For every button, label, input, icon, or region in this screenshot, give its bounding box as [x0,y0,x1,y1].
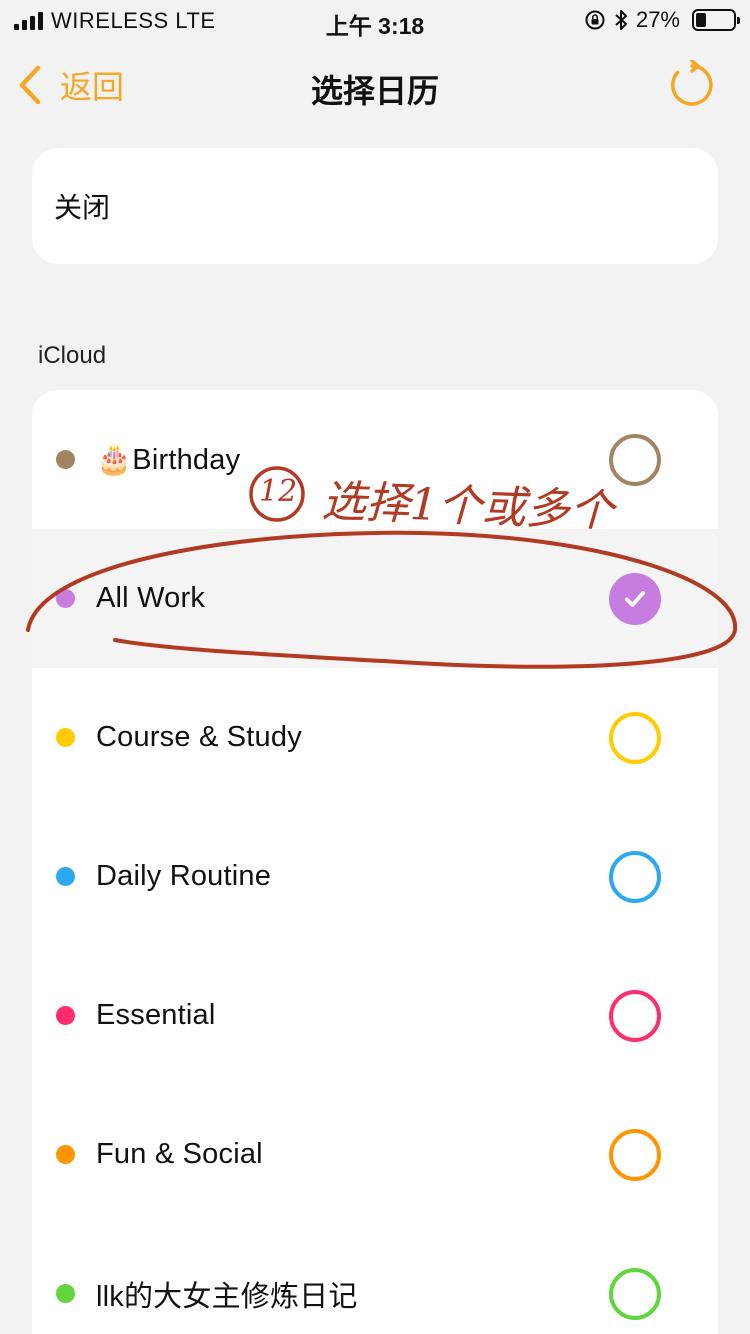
close-option-label: 关闭 [54,192,111,223]
calendar-color-dot [56,728,75,747]
calendar-row[interactable]: Daily Routine [32,807,718,946]
calendar-color-dot [56,1006,75,1025]
calendar-label: Course & Study [96,721,302,753]
checkbox-checked-icon[interactable] [609,572,661,625]
calendar-color-dot [56,1284,75,1303]
calendar-label: Essential [96,999,216,1031]
status-bar: WIRELESS LTE 上午 3:18 27% [0,0,750,40]
calendar-label: llk的大女主修炼日记 [96,1280,358,1313]
calendar-select-screen: WIRELESS LTE 上午 3:18 27% 返回 选择日历 关闭 iClo… [0,0,750,1334]
calendar-label: 🎂Birthday [96,443,241,476]
bluetooth-icon [615,10,627,30]
calendar-row[interactable]: Essential [32,946,718,1085]
navigation-bar: 返回 选择日历 [0,40,750,130]
calendar-color-dot [56,867,75,886]
page-title: 选择日历 [310,73,439,109]
checkbox-empty-icon[interactable] [609,1267,661,1320]
calendar-label: Fun & Social [96,1138,263,1170]
close-calendar-option[interactable]: 关闭 [32,148,718,264]
calendar-color-dot [56,450,75,469]
battery-percent: 27% [635,7,680,32]
refresh-icon[interactable] [668,60,716,108]
calendar-color-dot [56,589,75,608]
checkbox-empty-icon[interactable] [609,850,661,903]
calendar-label: Daily Routine [96,860,272,892]
calendar-list: 🎂Birthday All Work Course & Study Daily Rou… [32,390,718,1334]
checkbox-empty-icon[interactable] [609,1128,661,1181]
calendar-row[interactable]: llk的大女主修炼日记 [32,1224,718,1334]
calendar-row[interactable]: Fun & Social [32,1085,718,1224]
section-header-icloud: iCloud [38,342,107,369]
battery-icon [692,9,740,31]
checkbox-empty-icon[interactable] [609,989,661,1042]
orientation-lock-icon [585,10,605,30]
calendar-label: All Work [96,582,206,614]
checkbox-empty-icon[interactable] [609,711,661,764]
calendar-row[interactable]: All Work [32,529,718,668]
calendar-row[interactable]: Course & Study [32,668,718,807]
checkbox-empty-icon[interactable] [609,433,661,486]
calendar-color-dot [56,1145,75,1164]
calendar-row[interactable]: 🎂Birthday [32,390,718,529]
status-right: 27% [584,7,740,33]
